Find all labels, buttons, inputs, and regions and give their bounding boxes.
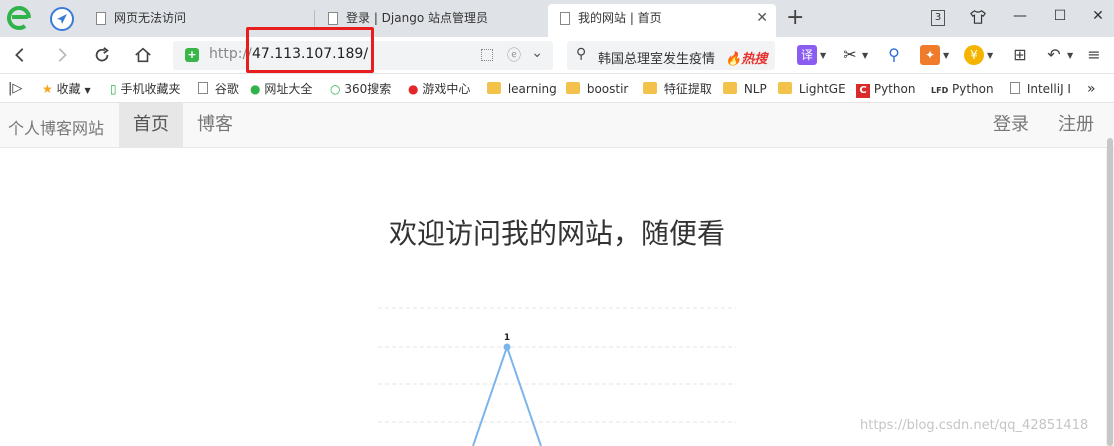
chevron-down-icon[interactable]: ▼ [820,51,826,60]
translate-icon[interactable]: 译 [797,45,817,65]
scissors-icon[interactable]: ✂ [840,45,860,65]
tab-my-site-home[interactable]: 我的网站 | 首页 ✕ [548,4,776,37]
coin-icon[interactable]: ¥ [964,45,984,65]
c-icon: C [856,84,870,98]
site-navbar: 个人博客网站 首页 博客 登录 注册 [0,103,1114,148]
bookmark-python-c[interactable]: C Python [856,81,915,98]
bookmark-folder-learning[interactable]: learning [487,81,557,97]
doc-icon [1010,82,1020,94]
chevron-down-icon[interactable]: ▼ [987,51,993,60]
bookmark-python-lfd[interactable]: LFD Python [931,81,994,97]
qr-code-icon[interactable] [481,49,493,61]
doc-icon [560,12,570,25]
tab-title: 登录 | Django 站点管理员 [346,11,488,25]
phone-icon: ▯ [110,82,117,96]
maximize-button[interactable]: ☐ [1048,5,1072,29]
chevron-down-icon[interactable]: ▼ [862,51,868,60]
csdn-watermark: https://blog.csdn.net/qq_42851418 [860,418,1089,433]
home-button[interactable] [131,43,155,67]
doc-icon [198,82,208,94]
bookmark-folder-nlp[interactable]: NLP [723,81,767,97]
close-tab-icon[interactable]: ✕ [756,4,768,33]
doc-icon [328,12,338,25]
grid-apps-icon[interactable]: ⊞ [1010,45,1030,65]
nav-icon: ● [250,82,261,96]
hot-search-badge[interactable]: 🔥热搜 [725,48,767,67]
nav-home[interactable]: 首页 [119,103,183,147]
site-brand[interactable]: 个人博客网站 [8,115,104,139]
search-box[interactable]: ⚲ 韩国总理室发生疫情 🔥热搜 [567,41,775,70]
chevron-down-icon[interactable]: ▼ [1067,51,1073,60]
series-line [472,343,542,446]
more-bookmarks-button[interactable]: » [1087,81,1096,97]
search360-icon: ○ [330,82,341,96]
chevron-down-icon[interactable]: ▼ [943,51,949,60]
tab-separator [314,10,315,28]
new-tab-button[interactable]: + [786,4,804,32]
bookmark-folder-feature-extraction[interactable]: 特征提取 [643,81,712,97]
folder-icon [566,82,580,94]
browser-toolbar: + http:// 47.113.107.189/ ⓔ ⌄ ⚲ 韩国总理室发生疫… [0,37,1114,74]
bookmark-url-directory[interactable]: ● 网址大全 [250,81,312,97]
folder-icon [643,82,657,94]
data-label: 1 [504,333,510,343]
close-window-button[interactable]: ✕ [1086,5,1110,29]
reload-button[interactable] [90,43,114,67]
page-scrollbar-thumb[interactable] [1107,138,1113,446]
data-point[interactable] [503,343,511,351]
register-link[interactable]: 注册 [1044,103,1108,147]
chevron-down-icon[interactable]: ⌄ [531,45,543,61]
undo-icon[interactable]: ↶ [1044,45,1064,65]
bookmark-intellij[interactable]: IntelliJ I [1010,81,1071,97]
login-link[interactable]: 登录 [979,103,1043,147]
folder-icon [723,82,737,94]
folder-icon [778,82,792,94]
bookmark-folder-boosting[interactable]: boostir [566,81,628,97]
chart-grid [378,307,736,423]
chevron-down-icon: ▼ [84,86,91,95]
bookmark-google[interactable]: 谷歌 [198,81,239,97]
tab-count-badge[interactable]: 3 [926,5,950,29]
game-icon: ● [408,82,419,96]
bookmarks-bar: |▷ ★ 收藏 ▼ ▯ 手机收藏夹 谷歌 ● 网址大全 ○ 360搜索 ● 游戏… [0,75,1114,103]
navigate-compass-icon[interactable] [50,7,74,31]
browser-titlebar: 网页无法访问 登录 | Django 站点管理员 我的网站 | 首页 ✕ + 3… [0,0,1114,37]
search-query: 韩国总理室发生疫情 [598,52,716,67]
bookmark-mobile[interactable]: ▯ 手机收藏夹 [110,81,180,97]
back-button[interactable] [8,43,32,67]
magnifier-icon[interactable]: ⚲ [884,45,904,65]
ie-compat-icon[interactable]: ⓔ [507,45,521,65]
star-icon: ★ [42,82,53,96]
bookmark-favorites[interactable]: ★ 收藏 ▼ [42,81,91,97]
nav-blog[interactable]: 博客 [183,103,247,147]
tab-title: 我的网站 | 首页 [578,11,662,25]
doc-icon [96,12,106,25]
forward-button[interactable] [50,43,74,67]
bookmark-game-center[interactable]: ● 游戏中心 [408,81,470,97]
sidebar-toggle-icon[interactable]: |▷ [8,81,22,97]
tab-title: 网页无法访问 [114,11,187,25]
url-highlight-annotation [246,27,374,73]
folder-icon [487,82,501,94]
lfd-icon: LFD [931,86,949,95]
line-chart: 1 [378,307,736,446]
bookmark-360-search[interactable]: ○ 360搜索 [330,81,391,97]
security-shield-icon[interactable]: + [185,48,199,62]
shirt-skin-icon[interactable] [966,5,990,29]
chart-marks: 1 [472,333,542,446]
browser-logo-icon [7,6,31,30]
page-title: 欢迎访问我的网站，随便看 [388,217,725,250]
game-controller-icon[interactable]: ✦ [920,45,940,65]
bookmark-folder-lightgbm[interactable]: LightGE [778,81,846,97]
menu-icon[interactable]: ≡ [1084,45,1104,65]
search-icon: ⚲ [576,46,587,62]
minimize-button[interactable]: — [1008,5,1032,29]
